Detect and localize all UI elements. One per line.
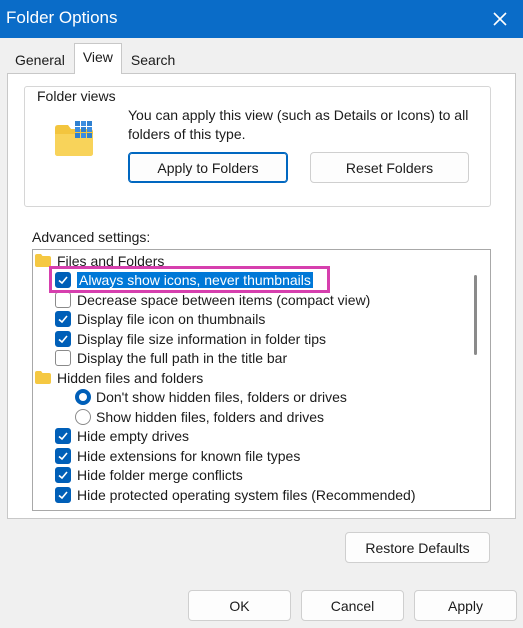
ok-button[interactable]: OK xyxy=(188,590,291,621)
tree-option-label: Don't show hidden files, folders or driv… xyxy=(96,389,347,406)
checkmark-icon xyxy=(58,452,68,460)
checkmark-icon xyxy=(58,315,68,324)
checkbox[interactable] xyxy=(55,486,71,503)
checkmark-icon xyxy=(58,491,68,499)
folder-views-icon xyxy=(55,121,93,156)
apply-to-folders-button[interactable]: Apply to Folders xyxy=(128,152,288,183)
advanced-settings-tree[interactable]: Files and Folders Always show icons, neve… xyxy=(32,249,491,511)
checkmark-icon xyxy=(58,471,68,480)
folder-views-label: Folder views xyxy=(34,88,119,104)
checkbox[interactable] xyxy=(55,428,71,445)
close-icon xyxy=(493,12,507,26)
folder-icon xyxy=(35,254,51,268)
checkmark-icon xyxy=(58,335,68,343)
checkbox[interactable] xyxy=(55,350,71,367)
title-bar: Folder Options xyxy=(0,0,523,38)
checkmark-icon xyxy=(58,432,68,441)
tree-option-row[interactable]: Hide empty drives xyxy=(55,427,189,447)
tab-general[interactable]: General xyxy=(6,46,74,73)
tree-option-label: Hide protected operating system files (R… xyxy=(77,486,416,503)
cancel-button[interactable]: Cancel xyxy=(301,590,404,621)
tree-option-label: Hide empty drives xyxy=(77,428,190,445)
tree-folder-node: Hidden files and folders xyxy=(35,368,203,388)
tree-option-label: Hidden files and folders xyxy=(57,369,204,386)
folder-icon xyxy=(35,371,51,385)
checkbox[interactable] xyxy=(55,311,71,328)
checkbox[interactable] xyxy=(55,447,71,464)
tree-option-row[interactable]: Hide folder merge conflicts xyxy=(55,466,243,486)
checkmark-icon xyxy=(58,276,68,285)
tree-option-label: Always show icons, never thumbnails xyxy=(77,272,313,289)
tree-scrollbar-thumb[interactable] xyxy=(474,275,477,355)
tree-option-row[interactable]: Hide protected operating system files (R… xyxy=(55,485,416,505)
radio-button[interactable] xyxy=(75,389,91,406)
tree-option-row[interactable]: Decrease space between items (compact vi… xyxy=(55,290,370,310)
tree-option-row[interactable]: Show hidden files, folders and drives xyxy=(75,407,324,427)
tree-option-row[interactable]: Display file icon on thumbnails xyxy=(55,310,265,330)
tree-option-label: Hide folder merge conflicts xyxy=(77,467,243,484)
close-button[interactable] xyxy=(477,0,523,38)
tree-option-row[interactable]: Hide extensions for known file types xyxy=(55,446,300,466)
tree-option-label: Show hidden files, folders and drives xyxy=(96,408,325,425)
checkbox[interactable] xyxy=(55,330,71,347)
reset-folders-button[interactable]: Reset Folders xyxy=(310,152,469,183)
tree-option-row[interactable]: Always show icons, never thumbnails xyxy=(55,271,313,291)
tree-option-label: Files and Folders xyxy=(57,252,165,269)
tree-option-label: Hide extensions for known file types xyxy=(77,447,301,464)
tree-option-label: Display the full path in the title bar xyxy=(77,350,288,367)
tab-search[interactable]: Search xyxy=(122,46,184,73)
tab-view[interactable]: View xyxy=(73,43,122,74)
tree-option-row[interactable]: Display the full path in the title bar xyxy=(55,349,287,369)
tree-folder-node: Files and Folders xyxy=(35,251,164,271)
tree-option-label: Display file size information in folder … xyxy=(77,330,326,347)
restore-defaults-button[interactable]: Restore Defaults xyxy=(345,532,490,563)
tree-option-row[interactable]: Don't show hidden files, folders or driv… xyxy=(75,388,347,408)
radio-button[interactable] xyxy=(75,408,91,425)
checkbox[interactable] xyxy=(55,272,71,289)
apply-button[interactable]: Apply xyxy=(414,590,517,621)
tab-strip: General View Search xyxy=(6,43,184,74)
tree-option-row[interactable]: Display file size information in folder … xyxy=(55,329,326,349)
checkbox[interactable] xyxy=(55,291,71,308)
tree-option-label: Display file icon on thumbnails xyxy=(77,311,266,328)
advanced-settings-label: Advanced settings: xyxy=(32,229,151,245)
window-title: Folder Options xyxy=(6,8,118,27)
tree-option-label: Decrease space between items (compact vi… xyxy=(77,291,371,308)
folder-views-description: You can apply this view (such as Details… xyxy=(128,107,469,142)
checkbox[interactable] xyxy=(55,467,71,484)
